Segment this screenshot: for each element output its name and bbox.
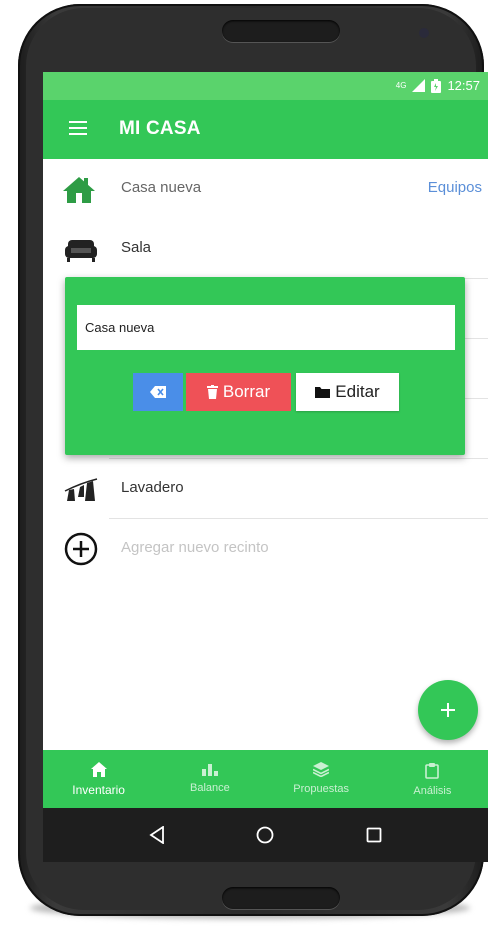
add-room-label: Agregar nuevo recinto: [121, 539, 269, 556]
room-label: Sala: [121, 239, 152, 256]
plus-icon: [441, 703, 455, 717]
equipos-link[interactable]: Equipos: [428, 179, 482, 196]
network-type: 4G: [395, 81, 407, 90]
room-row-sala[interactable]: Sala: [43, 219, 488, 279]
room-row-lavadero[interactable]: Lavadero: [43, 459, 488, 519]
backspace-icon: [150, 386, 166, 398]
nav-label: Inventario: [72, 783, 125, 797]
top-speaker: [222, 20, 340, 42]
bottom-navigation: Inventario Balance Propuestas Análisis: [43, 750, 488, 808]
add-circle-icon: [64, 532, 98, 566]
recents-icon[interactable]: [366, 827, 382, 843]
clear-input-button[interactable]: [133, 373, 183, 411]
bar-chart-icon: [201, 764, 218, 776]
house-icon: [63, 177, 95, 203]
home-icon: [90, 762, 107, 777]
nav-label: Propuestas: [293, 783, 349, 795]
room-label: Lavadero: [121, 479, 184, 496]
nav-label: Análisis: [413, 785, 452, 797]
nav-propuestas[interactable]: Propuestas: [266, 750, 377, 808]
layers-icon: [313, 762, 330, 777]
front-camera: [419, 28, 429, 38]
app-title: MI CASA: [119, 118, 201, 139]
add-fab-button[interactable]: [418, 680, 478, 740]
home-circle-icon[interactable]: [256, 826, 274, 844]
edit-button-label: Editar: [335, 382, 380, 401]
app-bar: MI CASA: [43, 100, 488, 159]
trash-icon: [206, 385, 218, 399]
house-name-input[interactable]: [77, 305, 455, 350]
house-name: Casa nueva: [121, 179, 202, 196]
nav-inventario[interactable]: Inventario: [43, 750, 154, 808]
system-navigation-bar: [43, 808, 488, 862]
status-time: 12:57: [447, 78, 480, 93]
delete-button-label: Borrar: [222, 382, 271, 401]
status-bar: 4G 12:57: [43, 72, 488, 100]
folder-icon: [315, 387, 331, 398]
laundry-icon: [64, 478, 98, 501]
edit-button[interactable]: Editar: [296, 373, 399, 411]
clipboard-icon: [425, 763, 440, 779]
device-screen: 4G 12:57 MI CASA Casa nueva Equipos Sala…: [43, 72, 488, 862]
nav-analisis[interactable]: Análisis: [377, 750, 488, 808]
sofa-icon: [65, 240, 97, 262]
battery-icon: [431, 78, 442, 93]
house-header-row[interactable]: Casa nueva Equipos: [43, 159, 488, 219]
add-room-row[interactable]: Agregar nuevo recinto: [43, 519, 488, 579]
bottom-speaker: [222, 887, 340, 909]
back-icon[interactable]: [149, 826, 165, 844]
hamburger-menu-icon[interactable]: [69, 121, 87, 135]
nav-label: Balance: [189, 782, 230, 794]
delete-button[interactable]: Borrar: [186, 373, 291, 411]
nav-balance[interactable]: Balance: [154, 750, 265, 808]
edit-house-dialog: Borrar Editar: [65, 277, 465, 455]
signal-icon: [412, 79, 426, 92]
